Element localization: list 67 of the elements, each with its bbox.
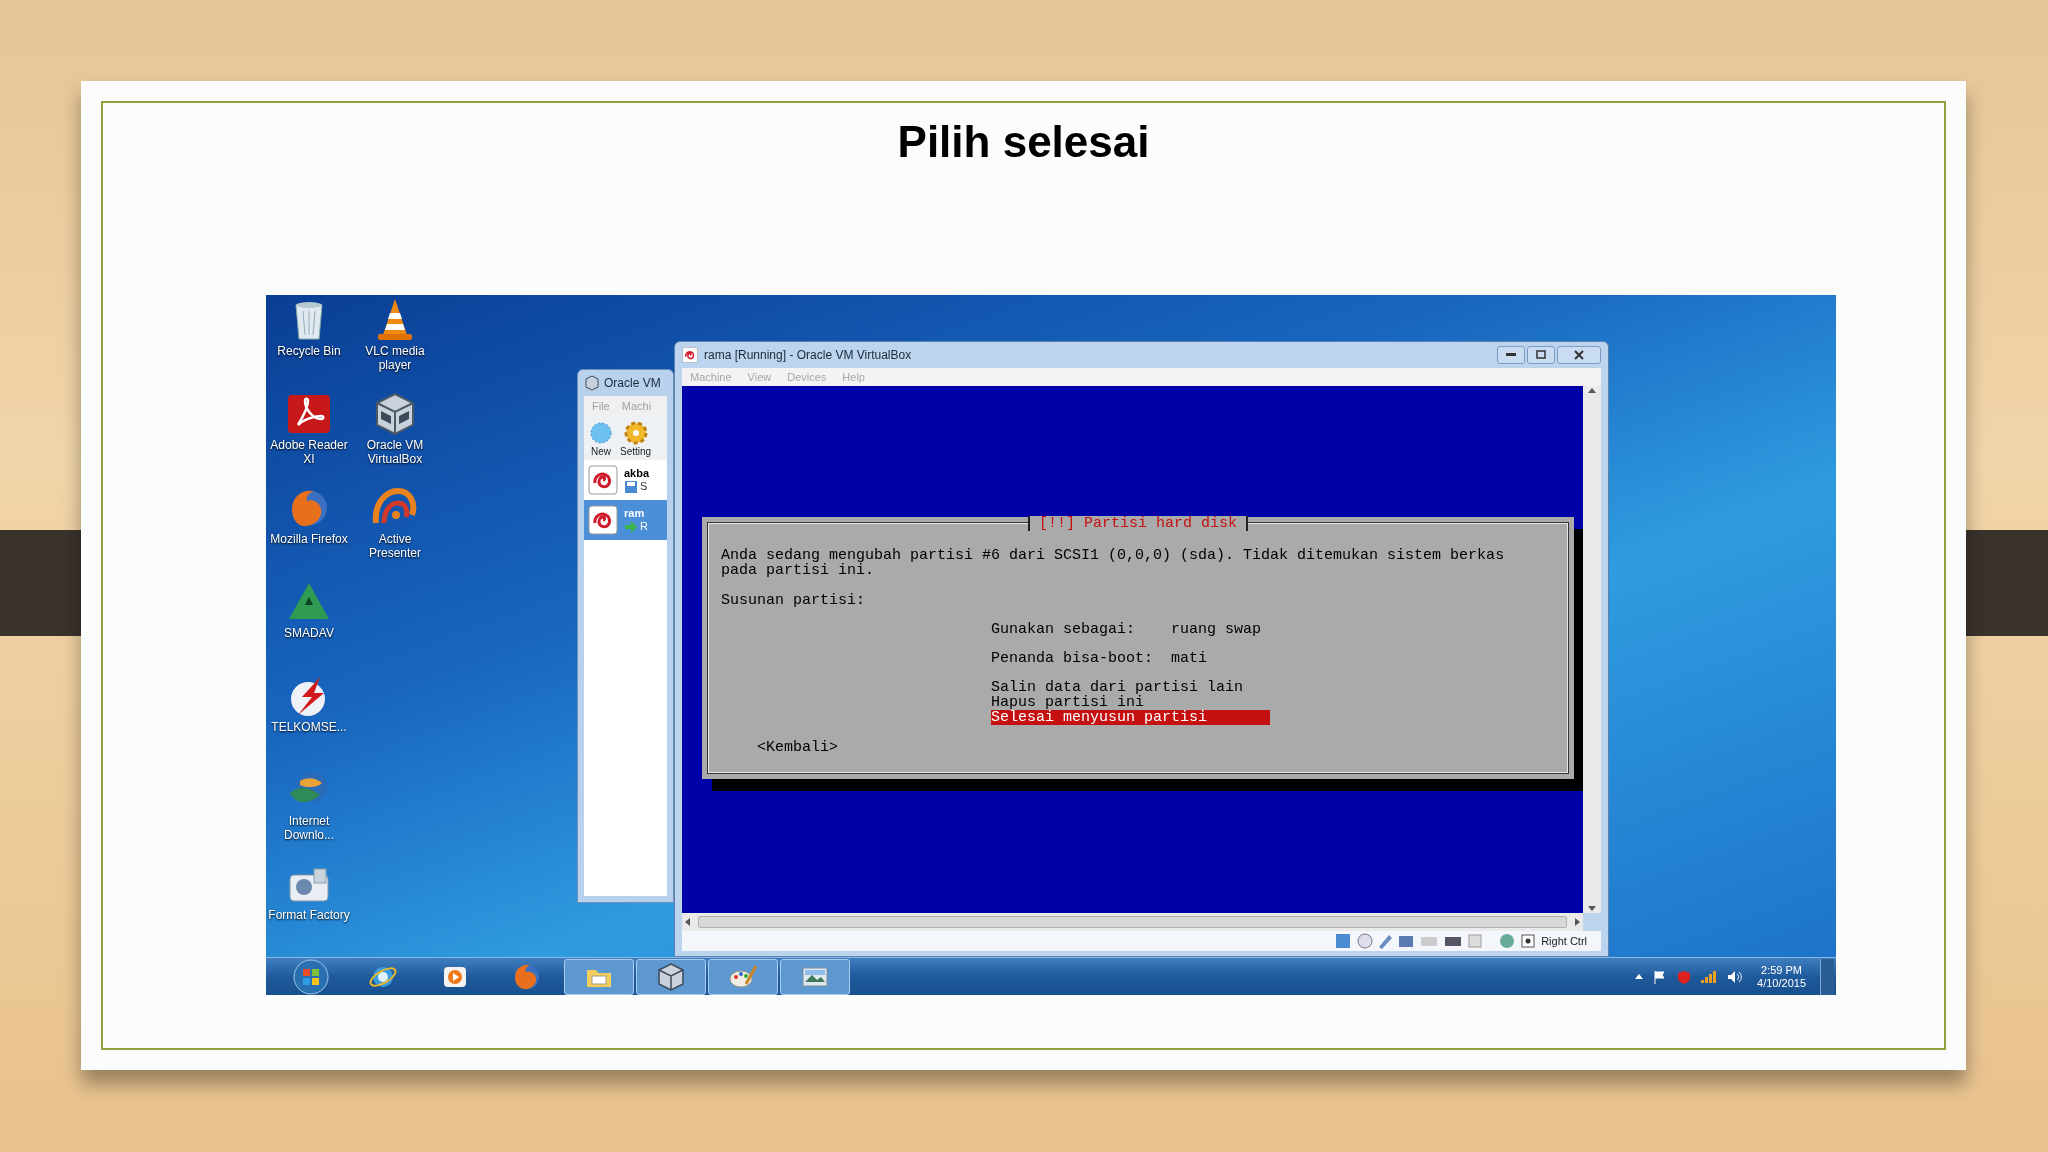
slide-title: Pilih selesai xyxy=(897,116,1150,168)
section-heading: Susunan partisi: xyxy=(721,592,867,608)
horizontal-scrollbar[interactable] xyxy=(682,913,1583,932)
machine-status: S xyxy=(640,480,648,493)
signal-bars-icon[interactable] xyxy=(1701,970,1718,983)
spiral-icon xyxy=(588,465,618,495)
setting-label: Gunakan sebagai: xyxy=(991,621,1137,637)
dialog-message: Anda sedang mengubah partisi #6 dari SCSI1 (0,0,0) (sda). Tidak ditemukan sistem berkas pada partisi ini. xyxy=(721,547,1506,578)
right-arrow-icon xyxy=(1575,918,1580,927)
desktop-icon-label[interactable]: Active Presenter xyxy=(353,532,437,560)
clock-date: 4/10/2015 xyxy=(1757,976,1806,990)
desktop-icon-label[interactable]: SMADAV xyxy=(267,626,351,640)
back-button[interactable]: <Kembali> xyxy=(757,739,838,755)
desktop-icon-label[interactable]: Recycle Bin xyxy=(267,344,351,358)
gear-icon xyxy=(622,420,649,446)
cube-icon xyxy=(584,375,600,391)
clock[interactable]: 2:59 PM 4/10/2015 xyxy=(1753,963,1810,990)
maximize-button[interactable] xyxy=(1527,345,1555,364)
floppy-icon xyxy=(624,479,638,494)
left-arrow-icon xyxy=(685,918,690,927)
desktop-icon-label[interactable]: VLC media player xyxy=(353,344,437,372)
spiral-icon xyxy=(588,505,618,535)
vertical-scrollbar[interactable] xyxy=(1583,385,1601,914)
starburst-icon xyxy=(588,420,614,446)
dialog-title: [!!] Partisi hard disk xyxy=(1027,515,1248,531)
desktop-icon-label[interactable]: Format Factory xyxy=(267,908,351,922)
menu-option[interactable]: Salin data dari partisi lain xyxy=(991,679,1271,695)
clock-time: 2:59 PM xyxy=(1761,963,1802,977)
up-arrow-icon xyxy=(1588,387,1596,393)
window-title: rama [Running] - Oracle VM VirtualBox xyxy=(704,346,912,364)
menu-option[interactable]: Selesai menyusun partisi xyxy=(991,709,1271,725)
up-arrow-icon[interactable] xyxy=(1635,974,1644,979)
desktop-icon-label[interactable]: TELKOMSE... xyxy=(267,720,351,734)
keyboard-key-icon xyxy=(1521,934,1536,948)
taskbar-button[interactable] xyxy=(636,958,706,995)
close-icon xyxy=(1574,349,1584,360)
taskbar-button[interactable] xyxy=(780,958,850,995)
toolbar-button[interactable]: New xyxy=(588,420,614,458)
host-key-label: Right Ctrl xyxy=(1541,933,1587,949)
flag-icon[interactable] xyxy=(1653,969,1668,984)
arrow-icon xyxy=(624,519,638,534)
minimize-icon xyxy=(1506,352,1516,357)
setting-value: mati xyxy=(1171,650,1208,666)
setting-value: ruang swap xyxy=(1171,621,1262,637)
maximize-icon xyxy=(1536,350,1546,360)
desktop-icon-label[interactable]: Mozilla Firefox xyxy=(267,532,351,546)
desktop-icon-label[interactable]: Adobe Reader XI xyxy=(267,438,351,466)
machine-status: R xyxy=(640,520,648,533)
scrollbar-thumb[interactable] xyxy=(698,916,1567,929)
toolbar-button[interactable]: Setting xyxy=(620,420,652,458)
machine-name: ram xyxy=(624,506,646,520)
menu-option[interactable]: Hapus partisi ini xyxy=(991,694,1271,710)
speaker-icon[interactable] xyxy=(1727,969,1744,984)
taskbar-button[interactable] xyxy=(708,958,778,995)
start-orb-icon xyxy=(292,957,330,995)
spiral-icon xyxy=(682,346,698,363)
minimize-button[interactable] xyxy=(1497,345,1525,364)
show-desktop-button[interactable] xyxy=(1820,958,1834,995)
taskbar-button[interactable] xyxy=(564,958,634,995)
desktop-icon-label[interactable]: Oracle VM VirtualBox xyxy=(353,438,437,466)
machine-name: akba xyxy=(624,466,650,480)
desktop-icon-label[interactable]: Internet Downlo... xyxy=(267,814,351,842)
setting-label: Penanda bisa-boot: xyxy=(991,650,1155,666)
window-title: Oracle VM xyxy=(604,375,661,392)
cube-icon xyxy=(656,961,686,992)
down-arrow-icon xyxy=(1588,906,1596,912)
close-button[interactable] xyxy=(1557,345,1601,364)
